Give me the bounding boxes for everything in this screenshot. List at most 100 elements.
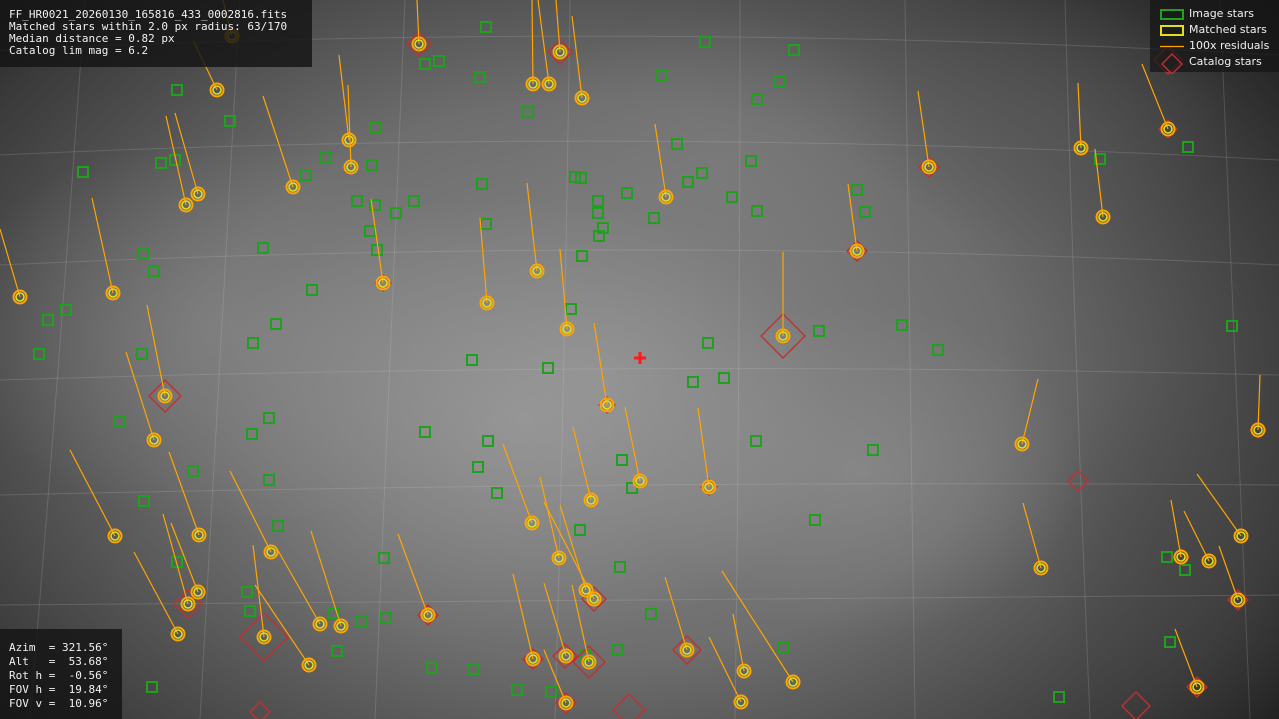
legend-catalog-stars: Catalog stars	[1154, 53, 1275, 74]
image-star-legend-icon	[1160, 9, 1184, 20]
residual-line	[91, 197, 114, 294]
residual-line	[721, 570, 794, 683]
residual-line	[262, 95, 294, 188]
residual-line	[664, 576, 688, 651]
catalog-star-marker	[1067, 470, 1089, 492]
image-star-marker	[1226, 320, 1238, 332]
residual-line-legend-icon	[1160, 45, 1184, 48]
residual-line	[572, 426, 592, 501]
residual-line	[0, 228, 21, 298]
residual-line	[732, 613, 745, 672]
image-star-marker	[645, 608, 657, 620]
image-star-marker	[522, 106, 534, 118]
image-star-marker	[592, 207, 604, 219]
residual-line	[917, 90, 930, 168]
info-panel: FF_HR0021_20260130_165816_433_0002816.fi…	[0, 0, 312, 67]
image-star-marker	[306, 284, 318, 296]
image-star-marker	[419, 426, 431, 438]
legend-image-stars: Image stars	[1154, 6, 1275, 22]
image-star-marker	[687, 376, 699, 388]
image-star-marker	[1053, 691, 1065, 703]
residual-line	[1257, 374, 1261, 431]
image-star-marker	[576, 250, 588, 262]
image-star-marker	[155, 157, 167, 169]
catalog-star-legend-icon	[1161, 53, 1183, 74]
image-star-marker	[851, 184, 863, 196]
residual-line	[624, 406, 641, 482]
catalog-limit-text: Catalog lim mag = 6.2	[9, 44, 149, 57]
image-star-marker	[574, 524, 586, 536]
residual-line	[168, 451, 200, 536]
image-star-marker	[542, 362, 554, 374]
image-star-marker	[356, 616, 368, 628]
residual-line	[1021, 378, 1039, 445]
catalog-star-marker	[249, 701, 271, 719]
residual-line	[571, 15, 583, 99]
image-star-marker	[187, 465, 199, 477]
fov-horizontal-text: FOV h = 19.84°	[9, 683, 109, 696]
image-star-marker	[671, 138, 683, 150]
grid-line	[374, 0, 406, 719]
image-star-marker	[146, 681, 158, 693]
residual-line	[593, 322, 608, 406]
residual-line	[512, 573, 534, 660]
image-star-marker	[592, 195, 604, 207]
residual-line	[347, 84, 352, 168]
image-star-marker	[246, 428, 258, 440]
fov-vertical-text: FOV v = 10.96°	[9, 697, 109, 710]
residual-line	[338, 54, 350, 141]
image-star-marker	[472, 461, 484, 473]
star-overlay	[0, 0, 1279, 719]
image-star-marker	[896, 319, 908, 331]
residual-line	[697, 407, 710, 488]
pointing-panel: Azim = 321.56° Alt = 53.68° Rot h = -0.5…	[0, 629, 122, 719]
image-star-marker	[696, 167, 708, 179]
image-star-marker	[699, 36, 711, 48]
residual-line	[526, 182, 538, 272]
image-star-marker	[319, 151, 331, 163]
image-star-marker	[270, 318, 282, 330]
image-star-marker	[148, 265, 160, 277]
image-star-marker	[371, 244, 383, 256]
image-star-marker	[702, 337, 714, 349]
image-star-marker	[467, 663, 479, 675]
image-star-marker	[77, 166, 89, 178]
image-star-marker	[137, 248, 149, 260]
residual-line	[310, 530, 342, 627]
residual-line	[479, 217, 488, 304]
grid-line	[734, 0, 741, 719]
image-star-marker	[932, 344, 944, 356]
image-star-marker	[300, 169, 312, 181]
image-star-marker	[718, 372, 730, 384]
image-star-marker	[263, 412, 275, 424]
grid-line	[554, 0, 571, 719]
grid-line	[199, 0, 241, 719]
image-star-marker	[859, 206, 871, 218]
residual-line	[1174, 628, 1198, 688]
residual-line	[543, 582, 567, 657]
residual-line	[1170, 499, 1182, 558]
rotation-text: Rot h = -0.56°	[9, 669, 109, 682]
image-star-marker	[751, 93, 763, 105]
image-star-marker	[380, 612, 392, 624]
image-star-marker	[366, 159, 378, 171]
image-star-marker	[545, 686, 557, 698]
image-star-marker	[331, 645, 343, 657]
image-star-marker	[565, 303, 577, 315]
image-star-marker	[369, 122, 381, 134]
image-star-marker	[809, 514, 821, 526]
image-star-marker	[482, 435, 494, 447]
grid-line	[1064, 0, 1091, 719]
residual-line	[502, 443, 533, 524]
residual-line	[174, 112, 199, 195]
image-star-marker	[1179, 564, 1191, 576]
image-star-marker	[751, 205, 763, 217]
image-star-marker	[426, 662, 438, 674]
matched-star-legend-icon	[1160, 25, 1184, 36]
image-star-marker	[774, 75, 786, 87]
catalog-star-marker	[612, 693, 646, 719]
image-star-marker	[257, 242, 269, 254]
image-star-marker	[648, 212, 660, 224]
image-star-marker	[272, 520, 284, 532]
residual-line	[397, 533, 429, 616]
